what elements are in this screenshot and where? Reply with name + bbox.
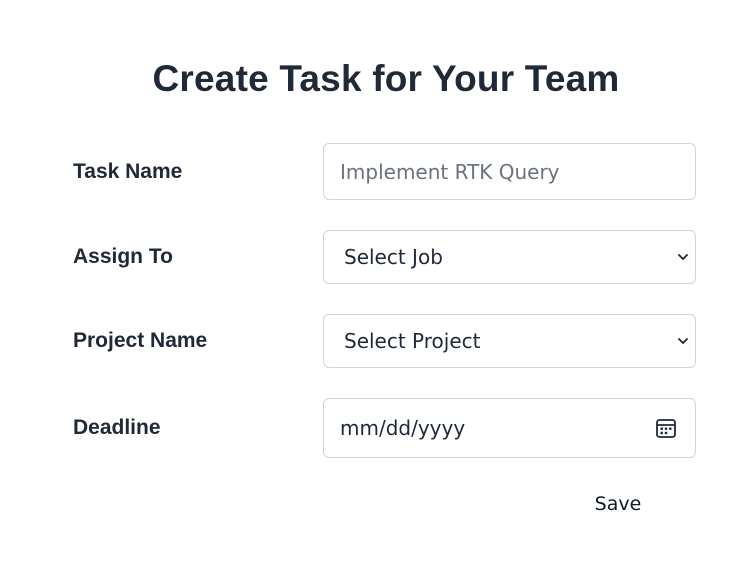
deadline-row: Deadline mm/dd/yyyy: [73, 398, 698, 458]
assign-to-row: Assign To Select Job: [73, 230, 698, 284]
project-name-selected-value: Select Project: [344, 329, 481, 353]
deadline-label: Deadline: [73, 416, 161, 439]
project-name-label: Project Name: [73, 329, 208, 352]
assign-to-label: Assign To: [73, 245, 173, 268]
task-name-label: Task Name: [73, 159, 183, 183]
assign-to-select[interactable]: Select Job: [323, 230, 696, 284]
deadline-placeholder: mm/dd/yyyy: [340, 416, 466, 440]
page-title: Create Task for Your Team: [152, 58, 620, 99]
calendar-icon[interactable]: [655, 417, 677, 439]
chevron-down-icon: [678, 254, 688, 260]
task-name-row: Task Name Implement RTK Query: [73, 143, 698, 200]
task-name-input[interactable]: Implement RTK Query: [323, 143, 696, 200]
project-name-row: Project Name Select Project: [73, 314, 698, 368]
task-name-placeholder: Implement RTK Query: [340, 159, 560, 184]
save-button[interactable]: Save: [588, 490, 648, 518]
chevron-down-icon: [678, 338, 688, 344]
deadline-date-input[interactable]: mm/dd/yyyy: [323, 398, 696, 458]
assign-to-selected-value: Select Job: [344, 245, 443, 269]
project-name-select[interactable]: Select Project: [323, 314, 696, 368]
